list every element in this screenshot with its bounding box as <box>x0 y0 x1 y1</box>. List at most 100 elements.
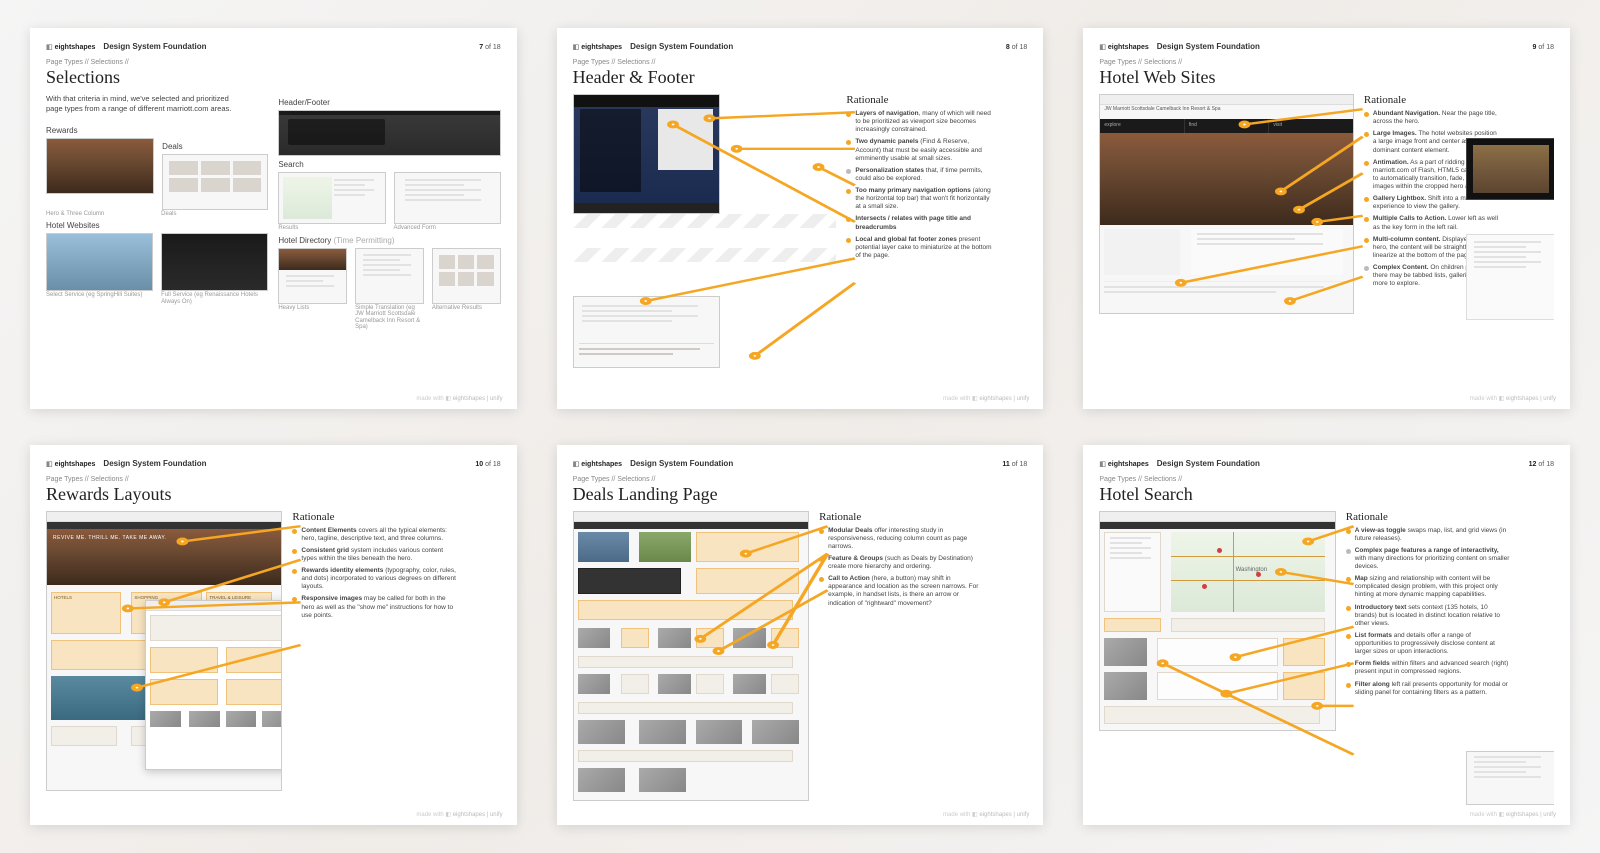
section-label: Search <box>278 160 500 169</box>
logo: eightshapes <box>573 43 622 51</box>
hws-tab: find <box>1185 119 1270 133</box>
page-title: Hotel Search <box>1099 484 1554 505</box>
slide-header: eightshapes Design System Foundation 8 of… <box>573 42 1028 51</box>
rationale-item: Map sizing and relationship with content… <box>1346 575 1510 599</box>
rationale-item: List formats and details offer a range o… <box>1346 632 1510 656</box>
hws-tab: visit <box>1269 119 1353 133</box>
rationale-item: Layers of navigation, many of which will… <box>846 110 991 134</box>
section-label: Deals <box>162 142 268 151</box>
logo: eightshapes <box>46 43 95 51</box>
slide-header: eightshapes Design System Foundation 7 o… <box>46 42 501 51</box>
footer-brand: eightshapes | unify <box>943 395 1029 402</box>
rationale-item: Personalization states that, if time per… <box>846 167 991 183</box>
hws-hotel-name: JW Marriott Scottsdale Camelback Inn Res… <box>1100 105 1353 114</box>
footer-brand: eightshapes | unify <box>416 811 502 818</box>
thumb-dir-simple <box>355 248 424 304</box>
breadcrumb: Page Types // Selections // <box>46 476 501 483</box>
section-label: Hotel Directory (Time Permitting) <box>278 236 500 245</box>
rationale-item: Call to Action (here, a button) may shif… <box>819 575 983 608</box>
hws-tab: explore <box>1100 119 1185 133</box>
rationale-item: Content Elements covers all the typical … <box>292 527 456 543</box>
deals-screenshot <box>573 511 809 801</box>
search-screenshot: Washington <box>1099 511 1335 731</box>
rationale: Rationale Layers of navigation, many of … <box>846 94 991 399</box>
page-title: Header & Footer <box>573 67 1028 88</box>
footer-brand: eightshapes | unify <box>1470 395 1556 402</box>
rewards-screenshot: REVIVE ME. THRILL ME. TAKE ME AWAY. HOTE… <box>46 511 282 791</box>
rationale-title: Rationale <box>292 511 456 523</box>
logo: eightshapes <box>46 460 95 468</box>
rationale-item: A view-as toggle swaps map, list, and gr… <box>1346 527 1510 543</box>
rationale-title: Rationale <box>1364 94 1500 106</box>
page-title: Selections <box>46 67 501 88</box>
page-number: 12 of 18 <box>1529 461 1554 468</box>
rationale-item: Complex page features a range of interac… <box>1346 547 1510 571</box>
doc-title: Design System Foundation <box>630 42 733 51</box>
caption: Hero & Three Column <box>46 211 153 218</box>
thumb-header-footer <box>278 110 500 156</box>
search-advanced-thumb <box>1466 751 1554 805</box>
section-label: Header/Footer <box>278 98 500 107</box>
caption: Deals <box>161 211 268 218</box>
caption: Results <box>278 225 385 232</box>
page-number: 11 of 18 <box>1002 461 1027 468</box>
caption: Advanced Form <box>394 225 501 232</box>
slide-hotel-search: eightshapes Design System Foundation 12 o… <box>1083 445 1570 826</box>
thumb-dir-heavy <box>278 248 347 304</box>
hws-childpage-thumb <box>1466 234 1554 320</box>
rationale-title: Rationale <box>846 94 991 106</box>
caption: Full Service (eg Renaissance Hotels Alwa… <box>161 292 268 305</box>
rationale-item: Rewards identity elements (typography, c… <box>292 567 456 591</box>
doc-title: Design System Foundation <box>1157 42 1260 51</box>
logo: eightshapes <box>1099 43 1148 51</box>
rationale: Rationale Modular Deals offer interestin… <box>819 511 983 816</box>
footer-brand: eightshapes | unify <box>416 395 502 402</box>
rewards-tagline: REVIVE ME. THRILL ME. TAKE ME AWAY. <box>53 535 166 541</box>
thumb-rewards <box>46 138 154 194</box>
page-number: 10 of 18 <box>475 461 500 468</box>
footer-brand: eightshapes | unify <box>1470 811 1556 818</box>
rationale-title: Rationale <box>1346 511 1510 523</box>
header-screenshot <box>573 94 721 214</box>
rationale: Rationale Content Elements covers all th… <box>292 511 456 816</box>
rationale-item: Introductory text sets context (135 hote… <box>1346 604 1510 628</box>
logo: eightshapes <box>1099 460 1148 468</box>
thumb-deals <box>162 154 268 210</box>
thumb-search-results <box>278 172 385 224</box>
slide-grid: eightshapes Design System Foundation 7 o… <box>30 28 1570 825</box>
breadcrumb: Page Types // Selections // <box>573 476 1028 483</box>
map-label: Washington <box>1236 567 1267 573</box>
caption: Heavy Lists <box>278 305 347 331</box>
page-number: 7 of 18 <box>479 44 500 51</box>
slide-header: eightshapesDesign System Foundation 11 o… <box>573 459 1028 468</box>
footer-brand: eightshapes | unify <box>943 811 1029 818</box>
intro-text: With that criteria in mind, we've select… <box>46 94 236 114</box>
doc-title: Design System Foundation <box>103 42 206 51</box>
hws-lightbox-thumb <box>1466 138 1554 200</box>
rationale-item: Filter along left rail presents opportun… <box>1346 681 1510 697</box>
doc-title: Design System Foundation <box>103 459 206 468</box>
thumb-search-advanced <box>394 172 501 224</box>
page-number: 8 of 18 <box>1006 44 1027 51</box>
section-label: Rewards <box>46 126 268 135</box>
footer-screenshot <box>573 296 721 368</box>
thumb-hotel-select <box>46 233 153 291</box>
page-title: Deals Landing Page <box>573 484 1028 505</box>
logo: eightshapes <box>573 460 622 468</box>
slide-rewards-layouts: eightshapes Design System Foundation 10 o… <box>30 445 517 826</box>
rationale-title: Rationale <box>819 511 983 523</box>
slide-header: eightshapes Design System Foundation 9 of… <box>1099 42 1554 51</box>
page-number: 9 of 18 <box>1533 44 1554 51</box>
caption: Select Service (eg SpringHill Suites) <box>46 292 153 305</box>
slide-selections: eightshapes Design System Foundation 7 o… <box>30 28 517 409</box>
breadcrumb: Page Types // Selections // <box>573 59 1028 66</box>
rationale-item: Two dynamic panels (Find & Reserve, Acco… <box>846 138 991 162</box>
slide-deals-landing: eightshapesDesign System Foundation 11 o… <box>557 445 1044 826</box>
rewards-screenshot-overlay <box>145 600 282 770</box>
rationale-item: Abundant Navigation. Near the page title… <box>1364 110 1500 126</box>
breadcrumb: Page Types // Selections // <box>1099 476 1554 483</box>
doc-title: Design System Foundation <box>1157 459 1260 468</box>
breadcrumb: Page Types // Selections // <box>46 59 501 66</box>
page-title: Hotel Web Sites <box>1099 67 1554 88</box>
hws-screenshot: JW Marriott Scottsdale Camelback Inn Res… <box>1099 94 1354 314</box>
